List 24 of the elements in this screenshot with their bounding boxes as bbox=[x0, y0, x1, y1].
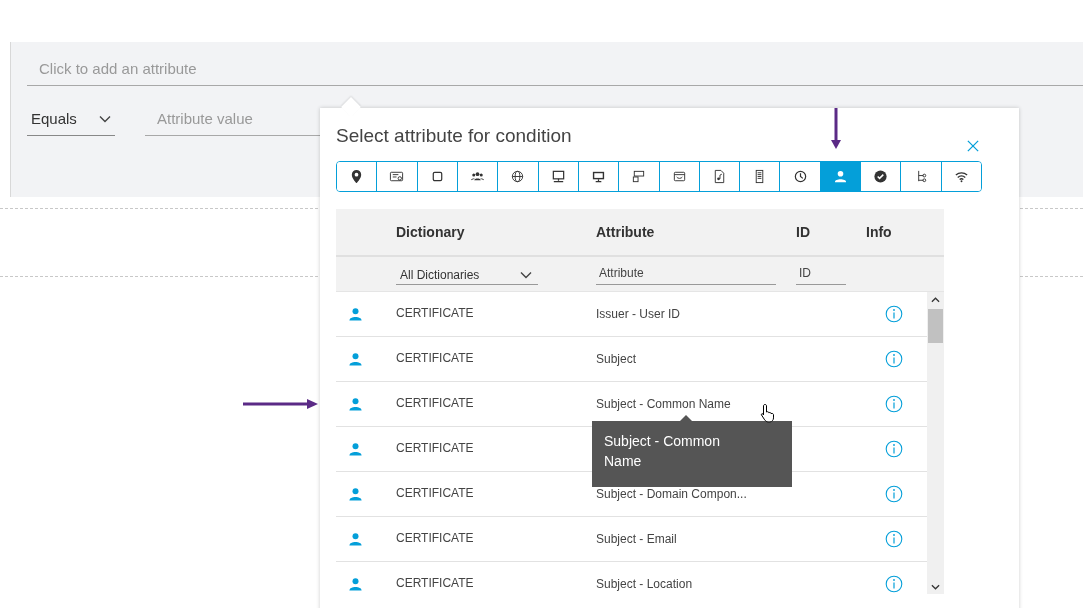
dictionary-filter[interactable]: All Dictionaries bbox=[396, 263, 538, 285]
column-header: Dictionary bbox=[396, 224, 466, 240]
attribute-filter[interactable]: Attribute bbox=[596, 264, 776, 285]
column-header: Attribute bbox=[596, 224, 656, 240]
table-cell-text: CERTIFICATE bbox=[396, 306, 475, 320]
table-cell-text: CERTIFICATE bbox=[396, 441, 475, 455]
table-cell: Subject - Email bbox=[596, 532, 677, 546]
table-cell: Issuer - User ID bbox=[596, 307, 680, 321]
table-cell: Subject bbox=[596, 352, 637, 366]
table-cell: Subject - Location bbox=[596, 577, 693, 591]
table-cell-text: CERTIFICATE bbox=[396, 396, 475, 410]
table-cell-text: CERTIFICATE bbox=[396, 531, 475, 545]
table-cell-text: CERTIFICATE bbox=[396, 576, 475, 590]
column-header: ID bbox=[796, 224, 811, 240]
table-cell: Subject - Domain Compon... bbox=[596, 487, 747, 501]
table-cell: Subject - Common Name bbox=[596, 397, 731, 411]
column-header: Info bbox=[866, 224, 893, 240]
operator-select[interactable]: Equals bbox=[27, 106, 115, 136]
attribute-field[interactable]: Click to add an attribute bbox=[27, 56, 1083, 86]
table-cell-text: CERTIFICATE bbox=[396, 486, 475, 500]
dialog-title: Select attribute for condition bbox=[336, 125, 572, 147]
tooltip: Subject - Common Name bbox=[592, 421, 792, 487]
id-filter[interactable]: ID bbox=[796, 264, 846, 285]
table-cell-text: CERTIFICATE bbox=[396, 351, 475, 365]
